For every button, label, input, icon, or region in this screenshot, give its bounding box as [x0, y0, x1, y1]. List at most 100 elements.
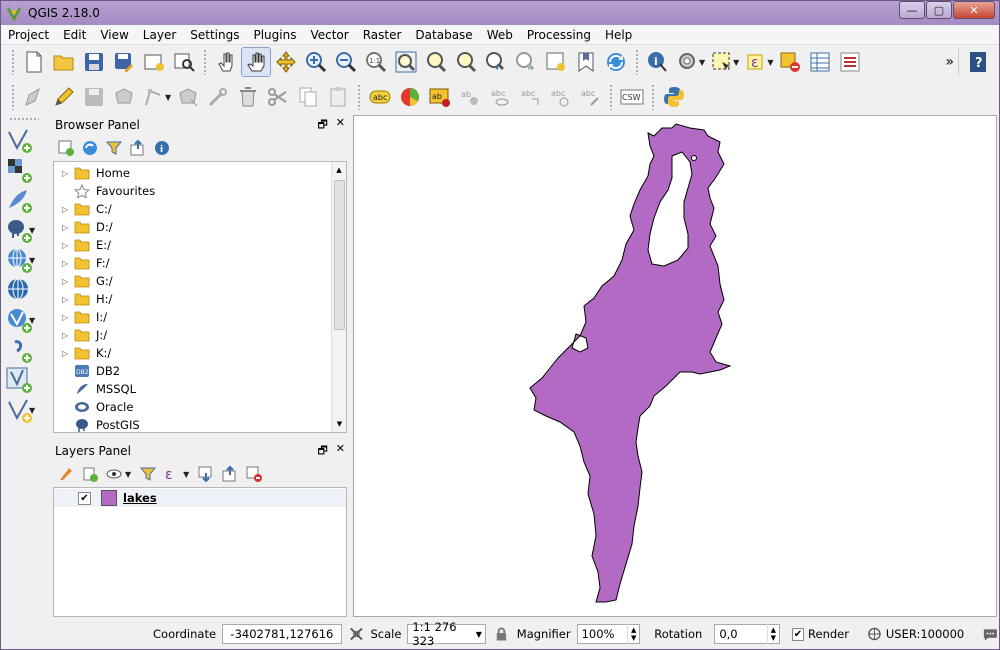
close-button[interactable]: ✕ — [953, 1, 995, 19]
lake-polygon[interactable] — [529, 123, 732, 603]
copy-features-button[interactable] — [293, 82, 323, 112]
expand-arrow-icon[interactable]: ▷ — [62, 241, 74, 250]
spin-buttons[interactable]: ▲ ▼ — [627, 624, 639, 644]
open-attribute-table-button[interactable] — [805, 47, 835, 77]
browser-item[interactable]: ▷ K:/ — [54, 344, 346, 362]
touch-zoom-button[interactable] — [211, 47, 241, 77]
browser-item[interactable]: ▷ Home — [54, 164, 346, 182]
new-project-button[interactable] — [19, 47, 49, 77]
toolbar-grip[interactable] — [9, 117, 39, 121]
toolbar-grip[interactable] — [651, 84, 656, 110]
expand-arrow-icon[interactable]: ▷ — [62, 331, 74, 340]
menu-edit[interactable]: Edit — [56, 28, 93, 42]
deselect-all-button[interactable] — [775, 47, 805, 77]
expand-arrow-icon[interactable]: ▷ — [62, 313, 74, 322]
current-edits-button[interactable] — [19, 82, 49, 112]
toolbar-grip[interactable] — [357, 84, 362, 110]
float-panel-icon[interactable]: 🗗 — [317, 116, 327, 135]
menu-plugins[interactable]: Plugins — [246, 28, 303, 42]
chevron-down-icon[interactable]: ▼ — [473, 630, 485, 639]
collapse-all-icon[interactable] — [221, 465, 239, 483]
chevron-down-icon[interactable]: ▼ — [165, 93, 171, 102]
menu-raster[interactable]: Raster — [356, 28, 409, 42]
save-as-button[interactable] — [109, 47, 139, 77]
move-label-button[interactable]: abc — [515, 82, 545, 112]
browser-item[interactable]: ▷ F:/ — [54, 254, 346, 272]
crs-globe-icon[interactable] — [867, 626, 882, 642]
filter-icon[interactable] — [105, 139, 123, 157]
layer-visibility-checkbox[interactable]: ✔ — [78, 491, 91, 505]
toggle-extents-icon[interactable] — [348, 625, 365, 643]
expand-arrow-icon[interactable]: ▷ — [62, 259, 74, 268]
browser-item[interactable]: ▷ J:/ — [54, 326, 346, 344]
highlight-pinned-button[interactable]: ab — [455, 82, 485, 112]
toolbar-grip[interactable] — [203, 49, 207, 75]
refresh-icon[interactable] — [81, 139, 99, 157]
browser-item[interactable]: PostGIS — [54, 416, 346, 434]
zoom-next-button[interactable] — [511, 47, 541, 77]
expand-arrow-icon[interactable]: ▷ — [62, 223, 74, 232]
menu-layer[interactable]: Layer — [136, 28, 183, 42]
minimize-button[interactable]: — — [899, 1, 925, 19]
add-spatialite-layer-button[interactable] — [5, 185, 45, 215]
scale-combo[interactable]: 1:1 276 323 ▼ — [407, 620, 486, 648]
pan-to-selection-button[interactable] — [271, 47, 301, 77]
rotate-label-button[interactable]: abc — [545, 82, 575, 112]
add-raster-layer-button[interactable] — [5, 155, 45, 185]
crs-label[interactable]: USER:100000 — [886, 627, 964, 641]
magnifier-spinbox[interactable]: 100% ▲ ▼ — [576, 624, 641, 644]
open-project-button[interactable] — [49, 47, 79, 77]
zoom-actual-size-button[interactable]: 1:1 — [361, 47, 391, 77]
change-label-button[interactable]: abc — [575, 82, 605, 112]
chevron-down-icon[interactable]: ▼ — [699, 58, 705, 67]
python-console-button[interactable] — [659, 82, 689, 112]
browser-item[interactable]: ▷ H:/ — [54, 290, 346, 308]
browser-item[interactable]: ▷ I:/ — [54, 308, 346, 326]
add-selected-layer-icon[interactable] — [57, 139, 75, 157]
browser-scrollbar[interactable]: ▲ ▼ — [331, 162, 346, 432]
toolbar-grip[interactable] — [11, 84, 15, 110]
chevron-down-icon[interactable]: ▼ — [29, 406, 35, 415]
add-wcs-layer-button[interactable] — [5, 275, 45, 305]
add-wfs-layer-button[interactable]: ▼ — [5, 305, 45, 335]
expand-arrow-icon[interactable]: ▷ — [62, 349, 74, 358]
add-wms-layer-button[interactable]: ▼ — [5, 245, 45, 275]
add-delimited-text-button[interactable] — [5, 335, 45, 365]
browser-item[interactable]: ▷ G:/ — [54, 272, 346, 290]
browser-item[interactable]: ▷ D:/ — [54, 218, 346, 236]
statistical-summary-button[interactable] — [835, 47, 865, 77]
layer-labeling-button[interactable]: abc — [365, 82, 395, 112]
refresh-button[interactable] — [601, 47, 631, 77]
add-feature-button[interactable] — [109, 82, 139, 112]
close-panel-icon[interactable]: ✕ — [336, 442, 345, 461]
chevron-down-icon[interactable]: ▼ — [183, 470, 189, 479]
metasearch-button[interactable]: CSW — [617, 82, 647, 112]
help-button[interactable]: ? — [963, 47, 993, 77]
new-print-composer-button[interactable] — [139, 47, 169, 77]
node-tool-alt-button[interactable] — [203, 82, 233, 112]
coordinate-field[interactable]: -3402781,127616 — [222, 624, 342, 644]
browser-item[interactable]: ▷ E:/ — [54, 236, 346, 254]
scrollbar-thumb[interactable] — [334, 180, 345, 330]
add-group-icon[interactable] — [81, 465, 99, 483]
lock-icon[interactable] — [494, 626, 509, 642]
expand-all-icon[interactable] — [197, 465, 215, 483]
menu-view[interactable]: View — [93, 28, 135, 42]
delete-selected-button[interactable] — [233, 82, 263, 112]
zoom-full-button[interactable] — [391, 47, 421, 77]
chevron-down-icon[interactable]: ▼ — [125, 470, 131, 479]
expand-arrow-icon[interactable]: ▷ — [62, 205, 74, 214]
toolbar-grip[interactable] — [11, 49, 15, 75]
toolbar-overflow-icon[interactable]: » — [945, 54, 954, 70]
scroll-down-icon[interactable]: ▼ — [332, 416, 347, 432]
expand-arrow-icon[interactable]: ▷ — [62, 295, 74, 304]
browser-item[interactable]: ▷ C:/ — [54, 200, 346, 218]
chevron-down-icon[interactable]: ▼ — [29, 226, 35, 235]
chevron-down-icon[interactable]: ▼ — [29, 256, 35, 265]
render-checkbox[interactable]: ✔ — [791, 627, 805, 641]
zoom-in-button[interactable] — [301, 47, 331, 77]
toolbar-grip[interactable] — [609, 84, 614, 110]
pan-map-button[interactable] — [241, 47, 271, 77]
browser-item[interactable]: Favourites — [54, 182, 346, 200]
menu-help[interactable]: Help — [598, 28, 639, 42]
